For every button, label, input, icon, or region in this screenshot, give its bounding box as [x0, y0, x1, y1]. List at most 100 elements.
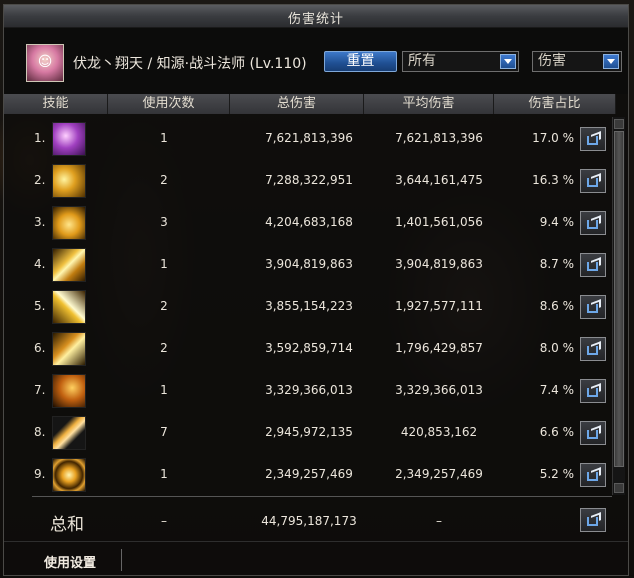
row-total-damage: 3,592,859,714 [265, 341, 353, 355]
window-title: 伤害统计 [287, 12, 344, 27]
row-uses: 1 [160, 131, 168, 145]
table-row[interactable]: 2. 2 7,288,322,951 3,644,161,475 16.3 % [4, 159, 616, 201]
scrollbar-thumb[interactable] [614, 131, 624, 467]
golden-slash-skill-icon [52, 290, 86, 324]
row-uses: 3 [160, 215, 168, 229]
row-average-damage: 1,927,577,111 [395, 299, 483, 313]
share-icon[interactable] [580, 127, 606, 151]
row-damage-percent: 8.7 % [539, 257, 574, 271]
column-header-damage-percent[interactable]: 伤害占比 [494, 94, 616, 114]
table-row[interactable]: 1. 1 7,621,813,396 7,621,813,396 17.0 % [4, 117, 616, 159]
row-index: 7. [34, 383, 46, 397]
table-row[interactable]: 3. 3 4,204,683,168 1,401,561,056 9.4 % [4, 201, 616, 243]
row-damage-percent: 5.2 % [539, 467, 574, 481]
row-damage-percent: 6.6 % [539, 425, 574, 439]
row-total-damage: 3,329,366,013 [265, 383, 353, 397]
avatar-icon: ☺ [37, 54, 53, 70]
row-total-damage: 7,288,322,951 [265, 173, 353, 187]
row-damage-percent: 8.6 % [539, 299, 574, 313]
row-uses: 1 [160, 257, 168, 271]
row-total-damage: 7,621,813,396 [265, 131, 353, 145]
window-titlebar[interactable]: 伤害统计 [4, 5, 628, 28]
column-header-average-damage[interactable]: 平均伤害 [364, 94, 494, 114]
chevron-down-icon[interactable] [603, 54, 619, 69]
character-name: 伏龙丶翔天 / 知源·战斗法师 (Lv.110) [73, 56, 307, 72]
row-index: 5. [34, 299, 46, 313]
skill-damage-table: 1. 1 7,621,813,396 7,621,813,396 17.0 % … [4, 117, 616, 495]
row-index: 4. [34, 257, 46, 271]
table-row[interactable]: 5. 2 3,855,154,223 1,927,577,111 8.6 % [4, 285, 616, 327]
damage-stats-window: 伤害统计 ☺ 伏龙丶翔天 / 知源·战斗法师 (Lv.110) 重置 所有 伤害… [3, 4, 629, 576]
share-icon[interactable] [580, 508, 606, 532]
table-row[interactable]: 6. 2 3,592,859,714 1,796,429,857 8.0 % [4, 327, 616, 369]
golden-staff-strike-skill-icon [52, 332, 86, 366]
row-average-damage: 420,853,162 [400, 425, 478, 439]
column-header-skill[interactable]: 技能 [4, 94, 108, 114]
character-avatar: ☺ [26, 44, 64, 82]
purple-lightning-skill-icon [52, 122, 86, 156]
scroll-up-icon[interactable] [614, 119, 624, 129]
share-icon[interactable] [580, 169, 606, 193]
row-average-damage: 1,401,561,056 [395, 215, 483, 229]
stat-type-select[interactable]: 伤害 [532, 51, 622, 72]
row-index: 3. [34, 215, 46, 229]
table-row[interactable]: 8. 7 2,945,972,135 420,853,162 6.6 % [4, 411, 616, 453]
row-average-damage: 1,796,429,857 [395, 341, 483, 355]
footer-separator [121, 549, 122, 571]
golden-burst-skill-icon [52, 248, 86, 282]
share-icon[interactable] [580, 211, 606, 235]
golden-flame-skill-icon [52, 206, 86, 240]
stat-type-value: 伤害 [538, 53, 566, 69]
row-uses: 2 [160, 173, 168, 187]
table-row[interactable]: 9. 1 2,349,257,469 2,349,257,469 5.2 % [4, 453, 616, 495]
share-icon[interactable] [580, 379, 606, 403]
share-icon[interactable] [580, 295, 606, 319]
totals-row: 总和 – 44,795,187,173 – [4, 500, 616, 540]
table-row[interactable]: 4. 1 3,904,819,863 3,904,819,863 8.7 % [4, 243, 616, 285]
share-icon[interactable] [580, 421, 606, 445]
totals-average-damage: – [436, 514, 442, 528]
row-average-damage: 3,904,819,863 [395, 257, 483, 271]
table-column-headers: 技能 使用次数 总伤害 平均伤害 伤害占比 [4, 94, 616, 116]
row-total-damage: 2,349,257,469 [265, 467, 353, 481]
golden-wave-skill-icon [52, 374, 86, 408]
row-average-damage: 3,644,161,475 [395, 173, 483, 187]
reset-button[interactable]: 重置 [324, 51, 397, 72]
totals-uses: – [161, 514, 167, 528]
totals-total-damage: 44,795,187,173 [261, 514, 357, 528]
row-total-damage: 4,204,683,168 [265, 215, 353, 229]
golden-vortex-skill-icon [52, 458, 86, 492]
row-uses: 2 [160, 341, 168, 355]
row-index: 2. [34, 173, 46, 187]
totals-divider [32, 496, 612, 497]
row-uses: 2 [160, 299, 168, 313]
row-damage-percent: 16.3 % [532, 173, 574, 187]
chevron-down-icon[interactable] [500, 54, 516, 69]
row-index: 1. [34, 131, 46, 145]
share-icon[interactable] [580, 463, 606, 487]
row-average-damage: 7,621,813,396 [395, 131, 483, 145]
row-damage-percent: 17.0 % [532, 131, 574, 145]
row-average-damage: 2,349,257,469 [395, 467, 483, 481]
row-damage-percent: 8.0 % [539, 341, 574, 355]
share-icon[interactable] [580, 253, 606, 277]
table-scrollbar[interactable] [612, 117, 625, 495]
row-total-damage: 3,904,819,863 [265, 257, 353, 271]
row-uses: 1 [160, 383, 168, 397]
share-icon[interactable] [580, 337, 606, 361]
table-row[interactable]: 7. 1 3,329,366,013 3,329,366,013 7.4 % [4, 369, 616, 411]
row-average-damage: 3,329,366,013 [395, 383, 483, 397]
column-header-total-damage[interactable]: 总伤害 [230, 94, 364, 114]
usage-settings-tab[interactable]: 使用设置 [44, 552, 96, 571]
row-uses: 1 [160, 467, 168, 481]
skill-filter-value: 所有 [408, 53, 436, 69]
row-index: 9. [34, 467, 46, 481]
scroll-down-icon[interactable] [614, 483, 624, 493]
skill-filter-select[interactable]: 所有 [402, 51, 519, 72]
row-damage-percent: 9.4 % [539, 215, 574, 229]
golden-stars-skill-icon [52, 164, 86, 198]
totals-label: 总和 [50, 515, 84, 535]
window-footer: 使用设置 [4, 541, 628, 576]
row-damage-percent: 7.4 % [539, 383, 574, 397]
column-header-uses[interactable]: 使用次数 [108, 94, 230, 114]
